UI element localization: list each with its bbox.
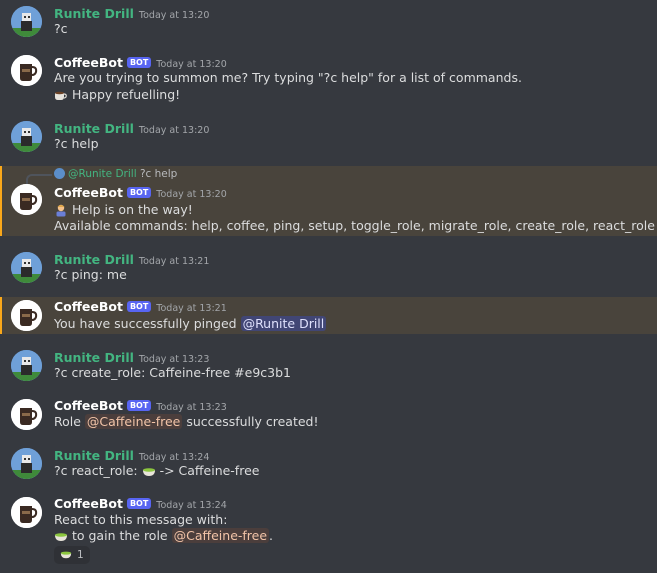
timestamp: Today at 13:24 — [156, 500, 227, 511]
helper-person-emoji-icon — [54, 203, 68, 217]
author-name[interactable]: CoffeeBot — [54, 55, 123, 70]
message-2: CoffeeBot BOT Today at 13:20 Are you tryin… — [0, 50, 657, 112]
bot-avatar[interactable] — [11, 184, 42, 215]
author-name[interactable]: CoffeeBot — [54, 185, 123, 200]
author-name[interactable]: CoffeeBot — [54, 398, 123, 413]
reply-avatar-icon — [54, 168, 65, 179]
timestamp: Today at 13:20 — [138, 125, 210, 136]
timestamp: Today at 13:21 — [156, 303, 227, 314]
message-text: . — [269, 528, 274, 543]
message-7: Runite Drill Today at 13:23 ?c create_rol… — [0, 344, 657, 394]
reply-author: @Runite Drill — [68, 168, 137, 180]
bot-avatar[interactable] — [11, 497, 42, 528]
author-name[interactable]: Runite Drill — [54, 121, 134, 136]
user-avatar[interactable] — [11, 252, 42, 283]
message-text: ?c ping: me — [54, 267, 127, 282]
bot-avatar[interactable] — [11, 399, 42, 430]
message-text: React to this message with: — [54, 512, 228, 527]
coffee-emoji-icon — [54, 88, 68, 102]
message-text: Help is on the way! — [72, 202, 193, 217]
reaction-button[interactable]: 1 — [54, 546, 90, 564]
message-text: ?c — [54, 21, 68, 36]
role-mention[interactable]: @Caffeine-free — [171, 528, 270, 543]
user-avatar[interactable] — [11, 448, 42, 479]
author-name[interactable]: Runite Drill — [54, 6, 134, 21]
timestamp: Today at 13:24 — [138, 452, 210, 463]
message-text: ?c help — [54, 136, 99, 151]
timestamp: Today at 13:23 — [138, 354, 210, 365]
reaction-count: 1 — [77, 549, 84, 561]
user-avatar[interactable] — [11, 121, 42, 152]
reply-preview[interactable]: @Runite Drill ?c help — [54, 168, 177, 180]
message-8: CoffeeBot BOT Today at 13:23 Role @Caffein… — [0, 394, 657, 442]
bot-tag: BOT — [126, 498, 152, 509]
timestamp: Today at 13:20 — [156, 189, 227, 200]
message-text: Available commands: help, coffee, ping, … — [54, 218, 655, 233]
message-text: successfully created! — [182, 414, 319, 429]
author-name[interactable]: Runite Drill — [54, 448, 134, 463]
timestamp: Today at 13:21 — [138, 256, 210, 267]
message-1: Runite Drill Today at 13:20 ?c — [0, 0, 657, 50]
author-name[interactable]: Runite Drill — [54, 350, 134, 365]
bot-avatar[interactable] — [11, 55, 42, 86]
message-10: CoffeeBot BOT Today at 13:24 React to this… — [0, 492, 657, 573]
timestamp: Today at 13:20 — [138, 10, 210, 21]
message-4: @Runite Drill ?c help CoffeeBot BOT Today … — [0, 166, 657, 236]
message-text: You have successfully pinged — [54, 316, 241, 331]
matcha-bowl-emoji-icon — [142, 464, 156, 478]
user-mention[interactable]: @Runite Drill — [240, 316, 327, 331]
message-text: Role — [54, 414, 85, 429]
matcha-bowl-emoji-icon — [54, 529, 68, 543]
timestamp: Today at 13:23 — [156, 402, 227, 413]
message-9: Runite Drill Today at 13:24 ?c react_role… — [0, 442, 657, 492]
message-3: Runite Drill Today at 13:20 ?c help — [0, 115, 657, 165]
bot-tag: BOT — [126, 301, 152, 312]
message-text: to gain the role — [68, 528, 172, 543]
author-name[interactable]: CoffeeBot — [54, 496, 123, 511]
bot-avatar[interactable] — [11, 300, 42, 331]
message-text: Are you trying to summon me? Try typing … — [54, 70, 522, 85]
role-mention[interactable]: @Caffeine-free — [84, 414, 183, 429]
message-6: CoffeeBot BOT Today at 13:21 You have succ… — [0, 297, 657, 334]
message-text: -> Caffeine-free — [155, 463, 260, 478]
bot-tag: BOT — [126, 187, 152, 198]
bot-tag: BOT — [126, 57, 152, 68]
user-avatar[interactable] — [11, 350, 42, 381]
reply-text: ?c help — [139, 168, 178, 180]
user-avatar[interactable] — [11, 6, 42, 37]
author-name[interactable]: CoffeeBot — [54, 299, 123, 314]
message-text: Happy refuelling! — [72, 87, 181, 102]
message-5: Runite Drill Today at 13:21 ?c ping: me — [0, 246, 657, 296]
message-text: ?c react_role: — [54, 463, 142, 478]
bot-tag: BOT — [126, 400, 152, 411]
author-name[interactable]: Runite Drill — [54, 252, 134, 267]
matcha-bowl-emoji-icon — [60, 548, 72, 560]
message-text: ?c create_role: Caffeine-free #e9c3b1 — [54, 365, 292, 380]
timestamp: Today at 13:20 — [156, 59, 227, 70]
